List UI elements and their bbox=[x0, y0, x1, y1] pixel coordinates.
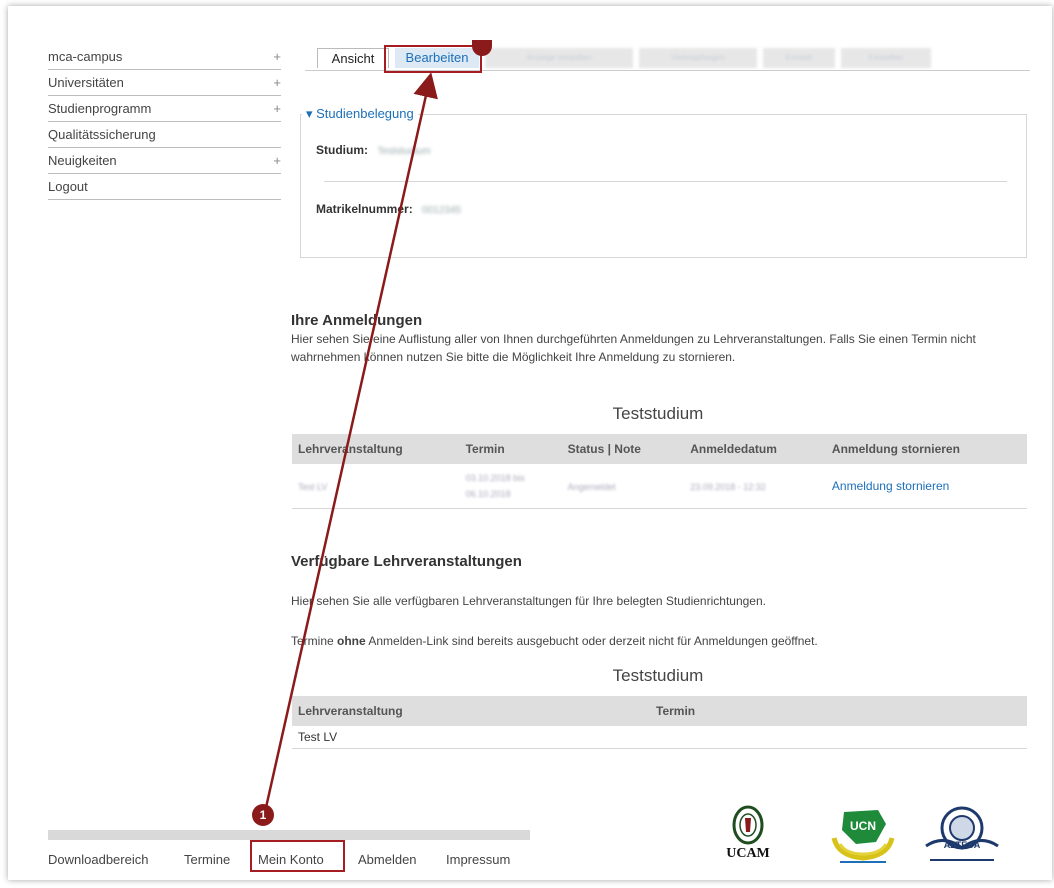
browser-frame: mca-campus + Universitäten + Studienprog… bbox=[8, 6, 1052, 880]
annotation-arrow bbox=[263, 72, 438, 813]
callout-badge-1: 1 bbox=[252, 804, 274, 826]
